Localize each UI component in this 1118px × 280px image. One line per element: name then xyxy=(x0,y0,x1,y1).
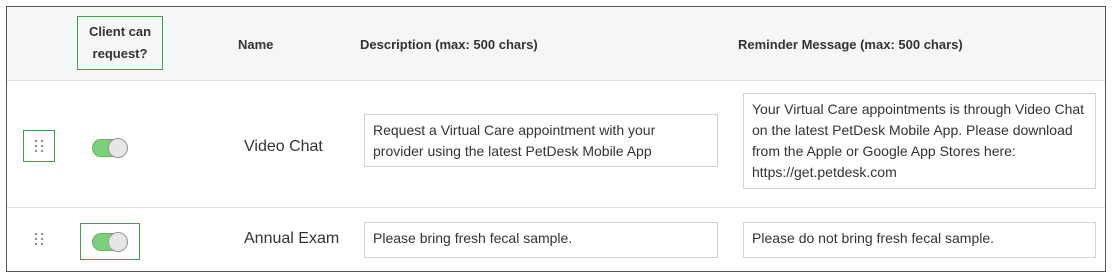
description-header: Description (max: 500 chars) xyxy=(360,37,538,52)
table-row: Video Chat Request a Virtual Care appoin… xyxy=(7,81,1105,208)
table-row: Annual Exam Please bring fresh fecal sam… xyxy=(7,208,1105,271)
client-can-request-toggle[interactable] xyxy=(87,135,133,161)
table-header: Client can request? Name Description (ma… xyxy=(7,7,1105,81)
description-field[interactable]: Request a Virtual Care appointment with … xyxy=(364,114,718,167)
client-can-request-toggle[interactable] xyxy=(80,223,140,260)
client-can-request-header: Client can request? xyxy=(77,16,163,70)
name-header: Name xyxy=(238,37,274,52)
reminder-header: Reminder Message (max: 500 chars) xyxy=(738,37,963,52)
drag-handle-icon[interactable] xyxy=(23,130,55,162)
appointment-name: Annual Exam xyxy=(244,230,340,247)
appointment-name: Video Chat xyxy=(244,138,323,155)
reminder-field[interactable]: Your Virtual Care appointments is throug… xyxy=(743,93,1096,189)
drag-handle-icon[interactable] xyxy=(23,223,55,255)
description-field[interactable]: Please bring fresh fecal sample. xyxy=(364,222,718,258)
appointment-types-table: Client can request? Name Description (ma… xyxy=(6,6,1106,272)
reminder-field[interactable]: Please do not bring fresh fecal sample. xyxy=(743,222,1096,258)
